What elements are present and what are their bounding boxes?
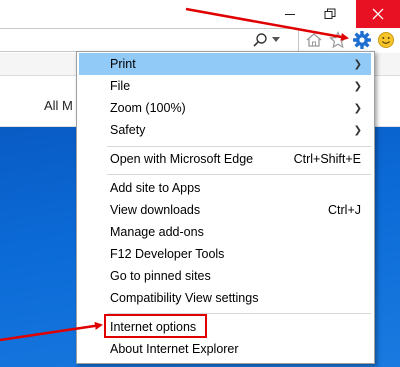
close-icon — [372, 8, 384, 20]
menu-item-view-downloads[interactable]: View downloads Ctrl+J — [79, 199, 371, 221]
submenu-arrow-icon: ❯ — [353, 124, 362, 136]
submenu-arrow-icon: ❯ — [353, 58, 362, 70]
menu-item-go-to-pinned-sites[interactable]: Go to pinned sites — [79, 265, 371, 287]
menu-item-shortcut: Ctrl+J — [328, 203, 361, 217]
page-nav-text[interactable]: All M — [44, 98, 73, 113]
gear-icon[interactable] — [350, 29, 374, 51]
menu-item-open-with-edge[interactable]: Open with Microsoft Edge Ctrl+Shift+E — [79, 148, 371, 170]
home-icon[interactable] — [302, 29, 326, 51]
smiley-feedback-icon[interactable] — [374, 29, 398, 51]
submenu-arrow-icon: ❯ — [353, 80, 362, 92]
command-icons — [302, 29, 398, 51]
favorites-star-icon[interactable] — [326, 29, 350, 51]
menu-item-shortcut: Ctrl+Shift+E — [293, 152, 361, 166]
menu-item-manage-add-ons[interactable]: Manage add-ons — [79, 221, 371, 243]
search-icon[interactable] — [252, 32, 268, 48]
menu-item-label: Open with Microsoft Edge — [110, 152, 254, 166]
annotation-highlight-box — [104, 314, 207, 338]
menu-item-compatibility-view-settings[interactable]: Compatibility View settings — [79, 287, 371, 309]
minimize-button[interactable] — [272, 0, 308, 28]
menu-item-label: About Internet Explorer — [110, 342, 239, 356]
address-bar[interactable] — [0, 28, 299, 52]
close-button[interactable] — [356, 0, 400, 28]
menu-item-label: Compatibility View settings — [110, 291, 259, 305]
restore-icon — [324, 8, 336, 19]
menu-item-label: Add site to Apps — [110, 181, 201, 195]
menu-item-label: File — [110, 79, 131, 93]
menu-separator — [107, 174, 371, 175]
menu-item-add-site-to-apps[interactable]: Add site to Apps — [79, 177, 371, 199]
menu-item-label: View downloads — [110, 203, 201, 217]
menu-item-f12-developer-tools[interactable]: F12 Developer Tools — [79, 243, 371, 265]
menu-separator — [107, 146, 371, 147]
menu-item-label: Go to pinned sites — [110, 269, 211, 283]
minimize-icon — [285, 13, 295, 15]
menu-item-label: F12 Developer Tools — [110, 247, 225, 261]
title-bar — [0, 0, 400, 28]
restore-button[interactable] — [310, 0, 350, 28]
menu-item-label: Print — [110, 57, 136, 71]
menu-item-about-internet-explorer[interactable]: About Internet Explorer — [79, 338, 371, 360]
menu-item-safety[interactable]: Safety ❯ — [79, 119, 371, 141]
menu-item-label: Manage add-ons — [110, 225, 204, 239]
dropdown-arrow-icon[interactable] — [272, 37, 280, 43]
submenu-arrow-icon: ❯ — [353, 102, 362, 114]
menu-item-file[interactable]: File ❯ — [79, 75, 371, 97]
menu-item-label: Zoom (100%) — [110, 101, 186, 115]
menu-item-print[interactable]: Print ❯ — [79, 53, 371, 75]
menu-item-label: Safety — [110, 123, 146, 137]
menu-item-zoom[interactable]: Zoom (100%) ❯ — [79, 97, 371, 119]
